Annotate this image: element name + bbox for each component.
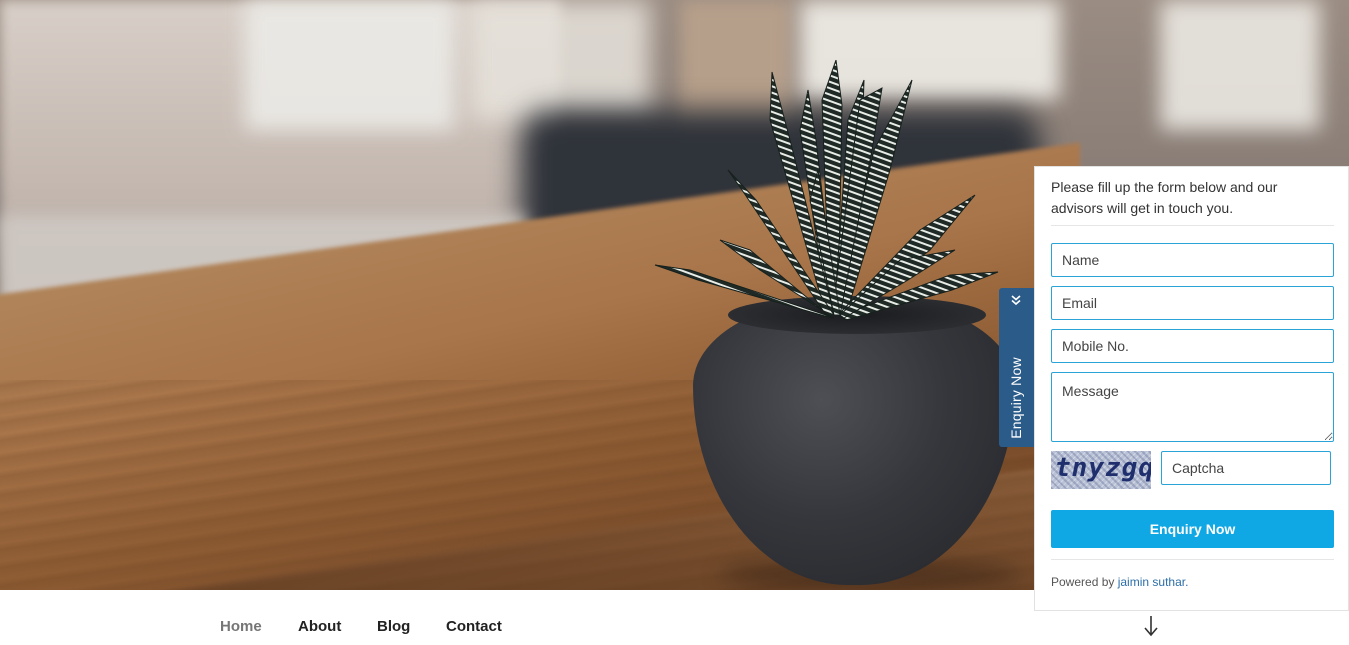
powered-by-prefix: Powered by bbox=[1051, 575, 1115, 589]
nav-blog-link[interactable]: Blog bbox=[377, 618, 410, 635]
email-field[interactable] bbox=[1051, 286, 1334, 320]
succulent-plant bbox=[654, 60, 999, 321]
form-intro-text: Please fill up the form below and our ad… bbox=[1051, 179, 1278, 216]
powered-by-link[interactable]: jaimin suthar. bbox=[1118, 575, 1189, 589]
captcha-text: tnyzgq bbox=[1055, 453, 1151, 483]
message-field[interactable] bbox=[1051, 372, 1334, 442]
captcha-field[interactable] bbox=[1161, 451, 1331, 485]
powered-by: Powered by jaimin suthar. bbox=[1051, 575, 1188, 589]
divider bbox=[1051, 225, 1334, 226]
enquiry-form-panel: Please fill up the form below and our ad… bbox=[1034, 166, 1349, 611]
nav-about-link[interactable]: About bbox=[298, 618, 341, 635]
mobile-field[interactable] bbox=[1051, 329, 1334, 363]
name-field[interactable] bbox=[1051, 243, 1334, 277]
captcha-image: tnyzgq bbox=[1051, 451, 1151, 489]
double-chevron-down-icon bbox=[1011, 295, 1021, 306]
enquiry-tab[interactable]: Enquiry Now bbox=[999, 288, 1034, 447]
arrow-down-icon[interactable] bbox=[1142, 614, 1160, 638]
enquiry-submit-button[interactable]: Enquiry Now bbox=[1051, 510, 1334, 548]
nav-home-link[interactable]: Home bbox=[220, 618, 262, 635]
divider bbox=[1051, 559, 1334, 560]
enquiry-tab-label: Enquiry Now bbox=[1008, 357, 1024, 439]
nav-contact-link[interactable]: Contact bbox=[446, 618, 502, 635]
